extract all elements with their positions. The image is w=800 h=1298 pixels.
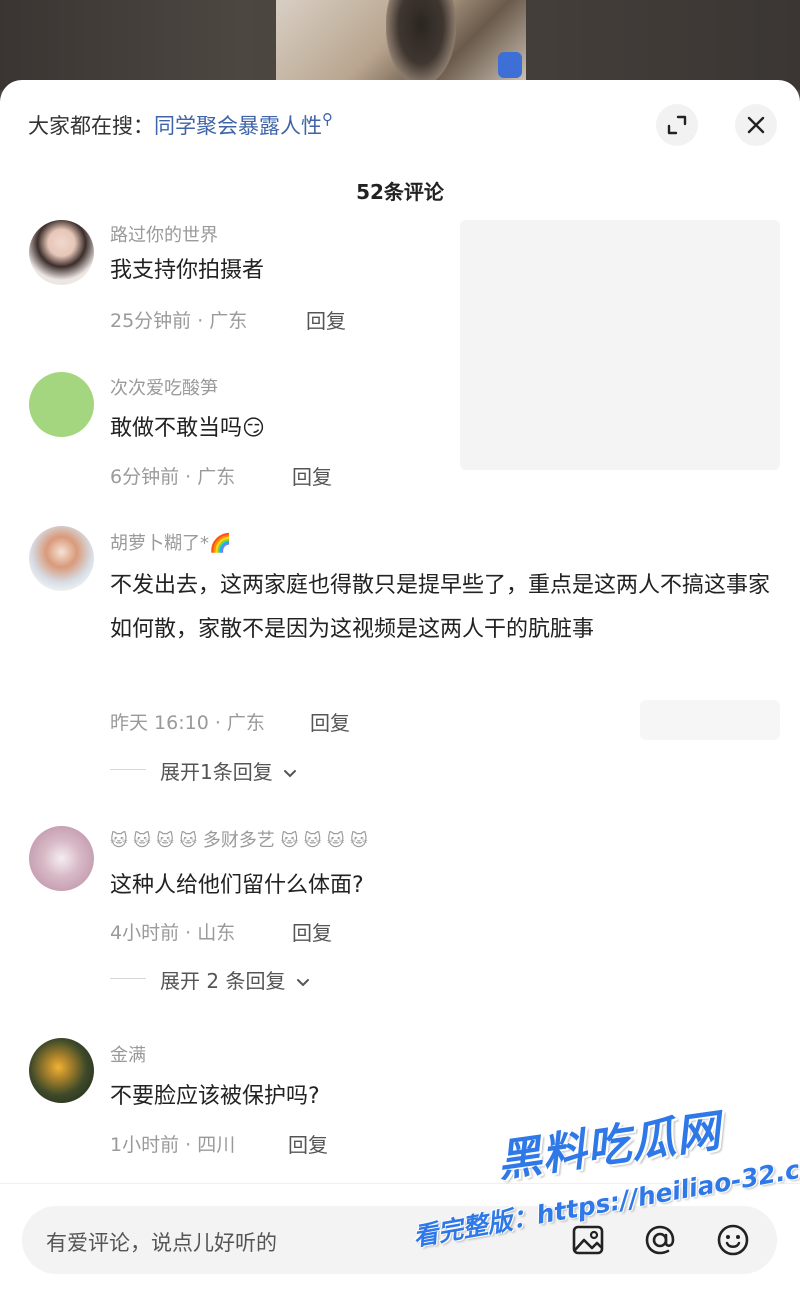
comment-text: 不发出去，这两家庭也得散只是提早些了，重点是这两人不搞这事家如何散，家散不是因为… (110, 573, 771, 642)
avatar[interactable] (29, 220, 94, 285)
cat-emoji-prefix: 🐱 🐱 🐱 🐱 (110, 831, 198, 851)
comment-time-location: 6分钟前 · 广东 (110, 466, 236, 488)
hot-search-banner[interactable]: 大家都在搜：同学聚会暴露人性⚲ (28, 110, 333, 140)
avatar[interactable] (29, 1038, 94, 1103)
comment-sheet: 大家都在搜：同学聚会暴露人性⚲ 52条评论 路过你的世界 我支持你拍摄者 25分… (0, 80, 800, 1298)
avatar[interactable] (29, 526, 94, 591)
expand-button[interactable] (656, 104, 698, 146)
comment-username[interactable]: 金满 (110, 1041, 146, 1067)
expand-replies-label: 展开1条回复 (160, 760, 273, 784)
comment-text: 敢做不敢当吗😏 (110, 407, 770, 451)
reply-button[interactable]: 回复 (310, 707, 350, 736)
hot-search-term[interactable]: 同学聚会暴露人性 (154, 114, 322, 138)
comment-time-location: 4小时前 · 山东 (110, 922, 236, 944)
comment-input[interactable]: 有爱评论，说点儿好听的 (22, 1206, 777, 1274)
reply-button[interactable]: 回复 (288, 1129, 328, 1158)
video-person (386, 0, 456, 85)
expand-replies-label: 展开 2 条回复 (160, 969, 286, 993)
reply-button[interactable]: 回复 (306, 305, 346, 334)
comment-username[interactable]: 路过你的世界 (110, 221, 218, 247)
video-sticker (498, 52, 522, 78)
expand-replies-button[interactable]: 展开 2 条回复 (160, 965, 310, 994)
reply-button[interactable]: 回复 (292, 917, 332, 946)
search-icon: ⚲ (322, 110, 333, 128)
chevron-down-icon (284, 770, 297, 778)
close-button[interactable] (735, 104, 777, 146)
comment-time-location: 昨天 16:10 · 广东 (110, 712, 265, 734)
comment-text-body: 敢做不敢当吗 (110, 416, 243, 441)
at-icon[interactable] (642, 1222, 678, 1258)
smirk-emoji: 😏 (242, 416, 265, 441)
comment-time-location: 1小时前 · 四川 (110, 1134, 236, 1156)
expand-divider (110, 978, 146, 979)
close-icon (747, 116, 765, 134)
comment-count: 52条评论 (356, 180, 444, 204)
comment-text: 这种人给他们留什么体面? (110, 873, 364, 898)
comment-time-location: 25分钟前 · 广东 (110, 310, 248, 332)
image-icon[interactable] (570, 1222, 606, 1258)
username-text: 胡萝卜糊了 (110, 533, 200, 554)
expand-icon (667, 115, 687, 135)
reply-button[interactable]: 回复 (292, 461, 332, 490)
cat-emoji-suffix: 🐱 🐱 🐱 🐱 (280, 831, 368, 851)
avatar[interactable] (29, 826, 94, 891)
chevron-down-icon (296, 979, 309, 987)
emoji-icon[interactable] (715, 1222, 751, 1258)
avatar[interactable] (29, 372, 94, 437)
comment-input-placeholder: 有爱评论，说点儿好听的 (46, 1231, 277, 1255)
comment-username[interactable]: 次次爱吃酸笋 (110, 374, 218, 400)
sheet-header: 大家都在搜：同学聚会暴露人性⚲ (0, 80, 800, 170)
expand-replies-button[interactable]: 展开1条回复 (160, 756, 297, 785)
comment-username[interactable]: 胡萝卜糊了*🌈 (110, 529, 231, 555)
expand-divider (110, 769, 146, 770)
video-frame[interactable] (276, 0, 526, 85)
hot-search-prefix: 大家都在搜： (28, 114, 154, 138)
comment-text: 我支持你拍摄者 (110, 258, 265, 283)
username-text: 多财多艺 (202, 830, 275, 851)
blurred-background (640, 700, 780, 740)
username-suffix: *🌈 (200, 533, 232, 554)
comment-username[interactable]: 🐱 🐱 🐱 🐱 多财多艺 🐱 🐱 🐱 🐱 (110, 826, 368, 852)
